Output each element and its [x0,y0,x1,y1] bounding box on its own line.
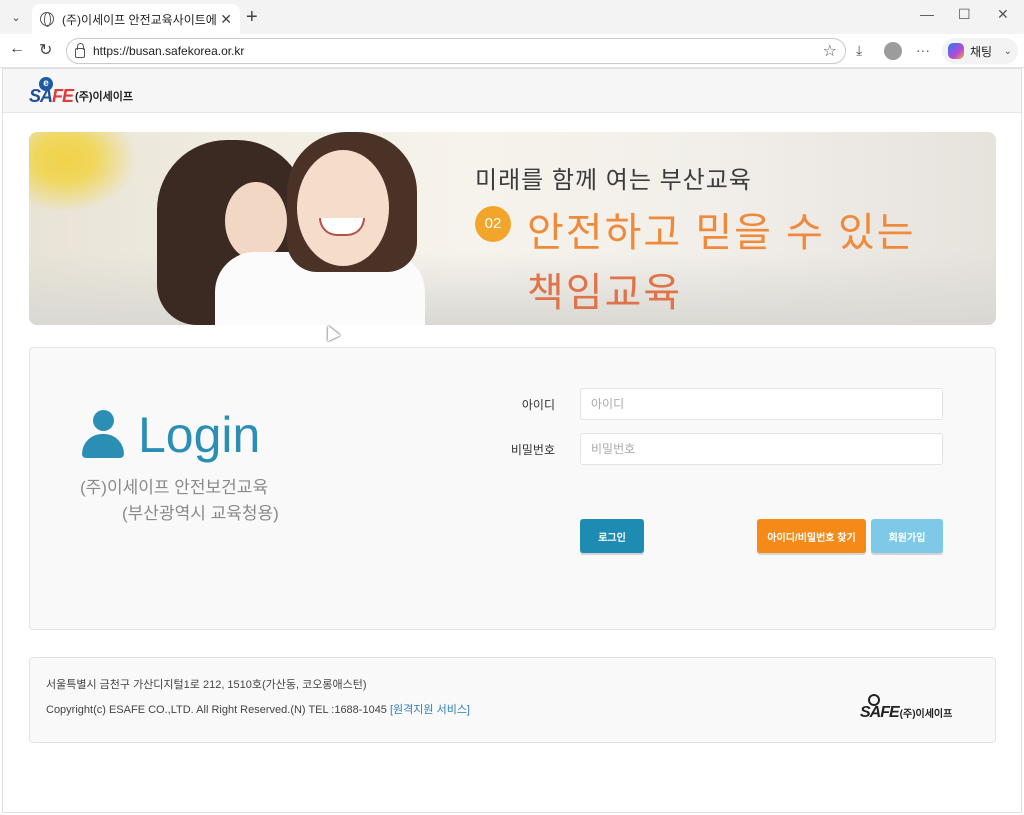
banner-tagline-line1: 안전하고 믿을 수 있는 [527,211,916,255]
maximize-button[interactable]: ☐ [958,6,971,23]
footer-copyright: Copyright(c) ESAFE CO.,LTD. All Right Re… [46,701,470,717]
banner-flowers-image [29,132,149,222]
banner-number-badge: 02 [475,206,511,242]
lock-icon[interactable] [75,42,85,58]
reload-button[interactable]: ↻ [39,40,52,60]
site-logo[interactable]: e SAFE (주)이세이프 [29,77,133,107]
tab-title: (주)이세이프 안전교육사이트에 오 [62,12,221,27]
footer-address: 서울특별시 금천구 가산디지털1로 212, 1510호(가산동, 코오롱애스턴… [46,679,367,691]
new-tab-button[interactable]: + [246,7,258,27]
tab-close-icon[interactable]: ✕ [220,11,232,28]
id-input[interactable] [580,388,943,420]
banner-headline: 미래를 함께 여는 부산교육 [475,167,752,194]
back-button[interactable]: ← [9,40,25,58]
copyright-text: Copyright(c) ESAFE CO.,LTD. All Right Re… [46,704,390,716]
remote-support-link[interactable]: [원격지원 서비스] [390,704,470,716]
id-label: 아이디 [521,398,555,412]
login-button[interactable]: 로그인 [580,519,644,553]
window-close-button[interactable]: ✕ [997,6,1009,23]
copilot-icon [948,43,964,59]
login-title: Login [138,407,261,463]
globe-icon [40,12,54,27]
logo-e-mark: e [39,77,53,91]
browser-tab-bar: ⌄ (주)이세이프 안전교육사이트에 오 ✕ + — ☐ ✕ [0,0,1024,34]
logo-fe: FE [52,86,74,106]
address-bar[interactable]: https://busan.safekorea.or.kr ☆ [66,38,846,64]
banner-girl-face [225,182,287,260]
password-label: 비밀번호 [510,443,555,457]
footer-logo-safe: SAFE [860,704,900,721]
more-menu-icon[interactable]: ··· [916,42,930,58]
logo-safe-text: SAFE [29,86,74,107]
mouse-cursor-icon [321,322,341,342]
banner-tagline-line2: 책임교육 [527,271,683,315]
downloads-icon[interactable]: ⤓ [856,42,862,59]
site-footer: 서울특별시 금천구 가산디지털1로 212, 1510호(가산동, 코오롱애스턴… [29,657,996,743]
browser-toolbar: ← ↻ https://busan.safekorea.or.kr ☆ ⤓ ··… [0,34,1024,68]
login-subtitle-company: (주)이세이프 안전보건교육 [80,478,269,497]
signup-button[interactable]: 회원가입 [871,519,943,553]
find-id-password-button[interactable]: 아이디/비밀번호 찾기 [757,519,866,553]
user-icon [82,410,124,458]
tab-menu-chevron-icon[interactable]: ⌄ [6,8,26,26]
chevron-down-icon[interactable]: ⌄ [1004,46,1012,57]
browser-tab[interactable]: (주)이세이프 안전교육사이트에 오 ✕ [32,4,240,34]
banner-mother-face [297,150,389,266]
password-input[interactable] [580,433,943,465]
login-subtitle-office: (부산광역시 교육청용) [122,504,279,523]
copilot-chat-button[interactable]: 채팅 ⌄ [942,38,1018,64]
footer-logo-company-name: (주)이세이프 [899,709,953,720]
profile-avatar[interactable] [884,42,902,60]
footer-logo: SAFE (주)이세이프 [860,694,953,722]
footer-logo-e-mark [868,694,880,706]
hero-banner: 미래를 함께 여는 부산교육 02 안전하고 믿을 수 있는 책임교육 [29,132,996,325]
site-header: e SAFE (주)이세이프 [3,69,1021,113]
login-panel: Login (주)이세이프 안전보건교육 (부산광역시 교육청용) 아이디 비밀… [29,347,996,630]
logo-company-name: (주)이세이프 [75,91,133,103]
copilot-label: 채팅 [970,44,993,59]
url-text[interactable]: https://busan.safekorea.or.kr [93,44,244,58]
favorite-star-icon[interactable]: ☆ [823,41,837,61]
minimize-button[interactable]: — [920,6,934,22]
web-page: e SAFE (주)이세이프 미래를 함께 여는 부산교육 02 안전하고 믿을… [2,68,1022,813]
